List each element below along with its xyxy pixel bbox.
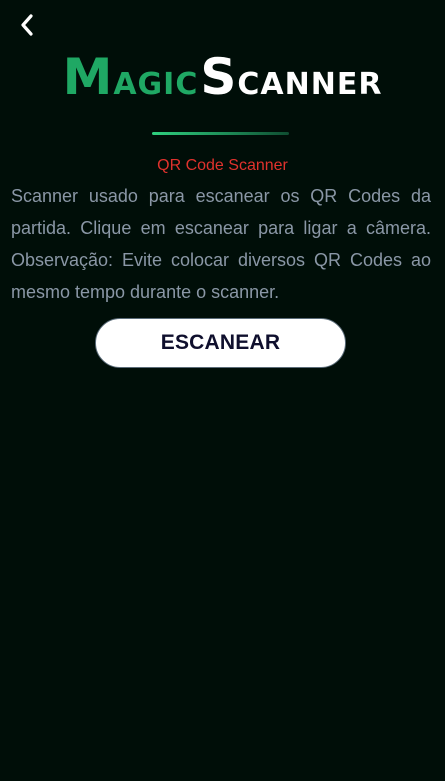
back-button[interactable] bbox=[12, 10, 42, 40]
chevron-left-icon bbox=[21, 14, 33, 36]
scan-button[interactable]: ESCANEAR bbox=[95, 318, 346, 368]
logo-magic-rest: AGIC bbox=[113, 67, 199, 102]
magic-scanner-logo: M AGIC S CANNER bbox=[0, 40, 445, 102]
scanner-description: Scanner usado para escanear os QR Codes … bbox=[11, 186, 431, 302]
logo-magic-initial: M bbox=[62, 48, 114, 106]
scanner-screen: M AGIC S CANNER QR Code Scanner Scanner … bbox=[0, 0, 445, 781]
logo-magic-word: M AGIC bbox=[63, 52, 199, 102]
page-subtitle: QR Code Scanner bbox=[157, 157, 288, 174]
logo-scanner-word: S CANNER bbox=[200, 52, 382, 102]
logo-scanner-rest: CANNER bbox=[237, 67, 383, 102]
logo-scanner-initial: S bbox=[200, 48, 238, 106]
title-divider bbox=[152, 132, 289, 135]
